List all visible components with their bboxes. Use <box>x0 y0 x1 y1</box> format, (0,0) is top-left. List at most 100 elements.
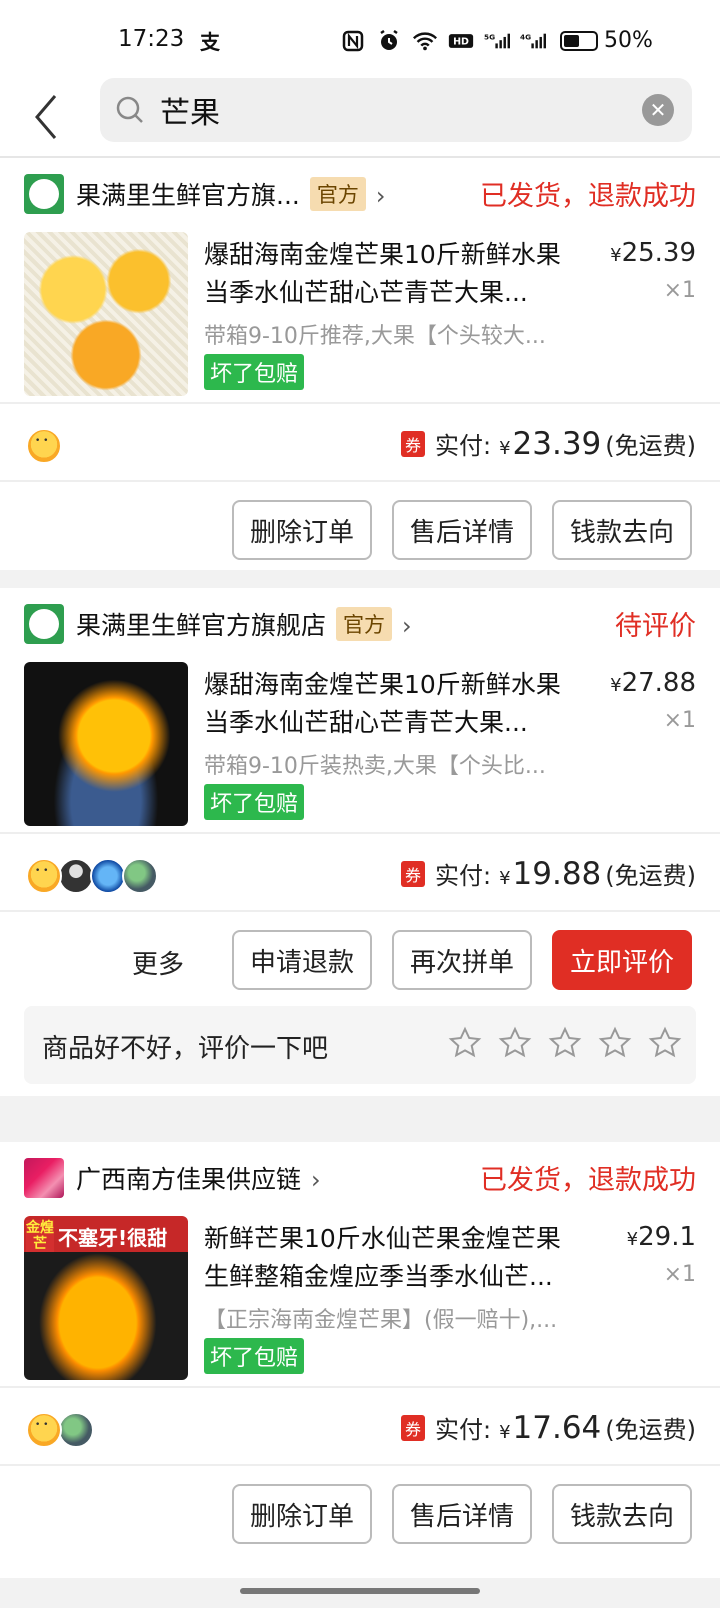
guarantee-tag: 坏了包赔 <box>204 1338 305 1374</box>
rating-prompt: 商品好不好，评价一下吧 <box>24 1006 696 1084</box>
product-image[interactable]: 金煌芒 不塞牙!很甜 <box>24 1216 188 1380</box>
star-icon[interactable] <box>598 1026 632 1060</box>
official-badge: 官方 <box>309 177 366 211</box>
status-bar: 17:23 支 HD 5G 4G 50% <box>0 0 720 78</box>
battery-percent: 50% <box>604 28 653 53</box>
svg-text:5G: 5G <box>484 32 495 41</box>
product-spec: 【正宗海南金煌芒果】(假一赔十),... <box>204 1308 558 1333</box>
shipping-note: (免运费) <box>605 1416 696 1444</box>
product-title: 爆甜海南金煌芒果10斤新鲜水果当季水仙芒甜心芒青芒大果... <box>204 670 561 737</box>
shop-logo <box>24 174 64 214</box>
product-title: 爆甜海南金煌芒果10斤新鲜水果当季水仙芒甜心芒青芒大果... <box>204 240 561 307</box>
back-button[interactable] <box>24 88 68 146</box>
paid-label: 实付: <box>434 432 492 460</box>
alipay-icon: 支 <box>200 30 220 54</box>
star-icon[interactable] <box>648 1026 682 1060</box>
product-image[interactable] <box>24 662 188 826</box>
clear-icon[interactable]: ✕ <box>642 94 674 126</box>
divider <box>0 832 720 834</box>
hd-icon: HD <box>448 30 474 52</box>
shop-name: 果满里生鲜官方旗... <box>76 181 300 210</box>
signal-4g-icon: 4G <box>520 30 546 52</box>
svg-text:4G: 4G <box>520 32 531 41</box>
avatar <box>58 1412 94 1448</box>
order-status: 待评价 <box>615 611 696 642</box>
shipping-note: (免运费) <box>605 432 696 460</box>
money-flow-button[interactable]: 钱款去向 <box>552 500 692 560</box>
search-box[interactable]: ✕ <box>100 78 692 142</box>
product-item[interactable]: 金煌芒 不塞牙!很甜 新鲜芒果10斤水仙芒果金煌芒果生鲜整箱金煌应季当季水仙芒.… <box>0 1216 720 1390</box>
avatar <box>90 858 126 894</box>
star-rating[interactable] <box>448 1026 682 1060</box>
product-item[interactable]: 爆甜海南金煌芒果10斤新鲜水果当季水仙芒甜心芒青芒大果... 带箱9-10斤装热… <box>0 662 720 836</box>
avatar-group[interactable] <box>26 858 158 894</box>
star-icon[interactable] <box>448 1026 482 1060</box>
payment-summary: 券 实付: ¥ 19.88 (免运费) <box>400 856 696 892</box>
paid-label: 实付: <box>434 862 492 890</box>
alarm-icon <box>376 29 402 52</box>
reorder-button[interactable]: 再次拼单 <box>392 930 532 990</box>
request-refund-button[interactable]: 申请退款 <box>232 930 372 990</box>
paid-amount: 19.88 <box>512 856 602 892</box>
coupon-badge: 券 <box>400 1415 425 1441</box>
action-row: 删除订单 售后详情 钱款去向 <box>0 1470 720 1562</box>
price-value: 27.88 <box>621 668 696 698</box>
money-flow-button[interactable]: 钱款去向 <box>552 1484 692 1544</box>
review-now-button[interactable]: 立即评价 <box>552 930 692 990</box>
battery-indicator: 50% <box>560 28 653 53</box>
shop-header[interactable]: 广西南方佳果供应链 › 已发货，退款成功 <box>0 1142 720 1216</box>
chevron-right-icon: › <box>402 612 412 640</box>
product-spec: 带箱9-10斤装热卖,大果【个头比... <box>204 754 546 779</box>
paid-amount: 17.64 <box>512 1410 602 1446</box>
order-status: 已发货，退款成功 <box>480 181 696 212</box>
more-button[interactable]: 更多 <box>132 944 184 981</box>
avatar <box>122 858 158 894</box>
product-quantity: ×1 <box>663 278 696 303</box>
shop-logo <box>24 1158 64 1198</box>
paid-currency: ¥ <box>499 868 511 889</box>
product-item[interactable]: 爆甜海南金煌芒果10斤新鲜水果当季水仙芒甜心芒青芒大果... 带箱9-10斤推荐… <box>0 232 720 406</box>
product-image[interactable] <box>24 232 188 396</box>
price-currency: ¥ <box>610 245 622 266</box>
divider <box>0 1386 720 1388</box>
coupon-badge: 券 <box>400 431 425 457</box>
home-indicator[interactable] <box>240 1588 480 1594</box>
after-sales-button[interactable]: 售后详情 <box>392 500 532 560</box>
product-price: ¥27.88 <box>610 668 696 698</box>
shop-header[interactable]: 果满里生鲜官方旗舰店 官方 › 待评价 <box>0 588 720 662</box>
order-status: 已发货，退款成功 <box>480 1165 696 1196</box>
chevron-right-icon: › <box>311 1166 321 1194</box>
delete-order-button[interactable]: 删除订单 <box>232 500 372 560</box>
avatar <box>58 858 94 894</box>
battery-level-fill <box>564 34 579 47</box>
avatar <box>26 1412 62 1448</box>
guarantee-tag: 坏了包赔 <box>204 784 305 820</box>
product-title: 新鲜芒果10斤水仙芒果金煌芒果生鲜整箱金煌应季当季水仙芒... <box>204 1224 561 1291</box>
shop-header[interactable]: 果满里生鲜官方旗... 官方 › 已发货，退款成功 <box>0 158 720 232</box>
delete-order-button[interactable]: 删除订单 <box>232 1484 372 1544</box>
payment-row: 券 实付: ¥ 19.88 (免运费) <box>0 838 720 916</box>
payment-row: 券 实付: ¥ 17.64 (免运费) <box>0 1392 720 1470</box>
search-icon <box>114 94 146 130</box>
paid-amount: 23.39 <box>512 426 602 462</box>
payment-summary: 券 实付: ¥ 17.64 (免运费) <box>400 1410 696 1446</box>
avatar-group[interactable] <box>26 428 62 464</box>
action-row: 删除订单 售后详情 钱款去向 <box>0 486 720 578</box>
chevron-left-icon <box>35 95 57 139</box>
avatar-group[interactable] <box>26 1412 94 1448</box>
star-icon[interactable] <box>498 1026 532 1060</box>
chevron-right-icon: › <box>375 182 386 210</box>
status-time: 17:23 <box>118 26 185 52</box>
divider <box>0 910 720 912</box>
after-sales-button[interactable]: 售后详情 <box>392 1484 532 1544</box>
star-icon[interactable] <box>548 1026 582 1060</box>
search-header: ✕ <box>0 78 720 158</box>
official-badge: 官方 <box>336 607 393 641</box>
search-input[interactable] <box>160 88 620 132</box>
paid-currency: ¥ <box>499 438 511 459</box>
divider <box>0 402 720 404</box>
svg-text:HD: HD <box>453 36 469 47</box>
shop-name: 果满里生鲜官方旗舰店 <box>76 611 327 640</box>
shipping-note: (免运费) <box>605 862 696 890</box>
rating-prompt-text: 商品好不好，评价一下吧 <box>42 1034 329 1064</box>
